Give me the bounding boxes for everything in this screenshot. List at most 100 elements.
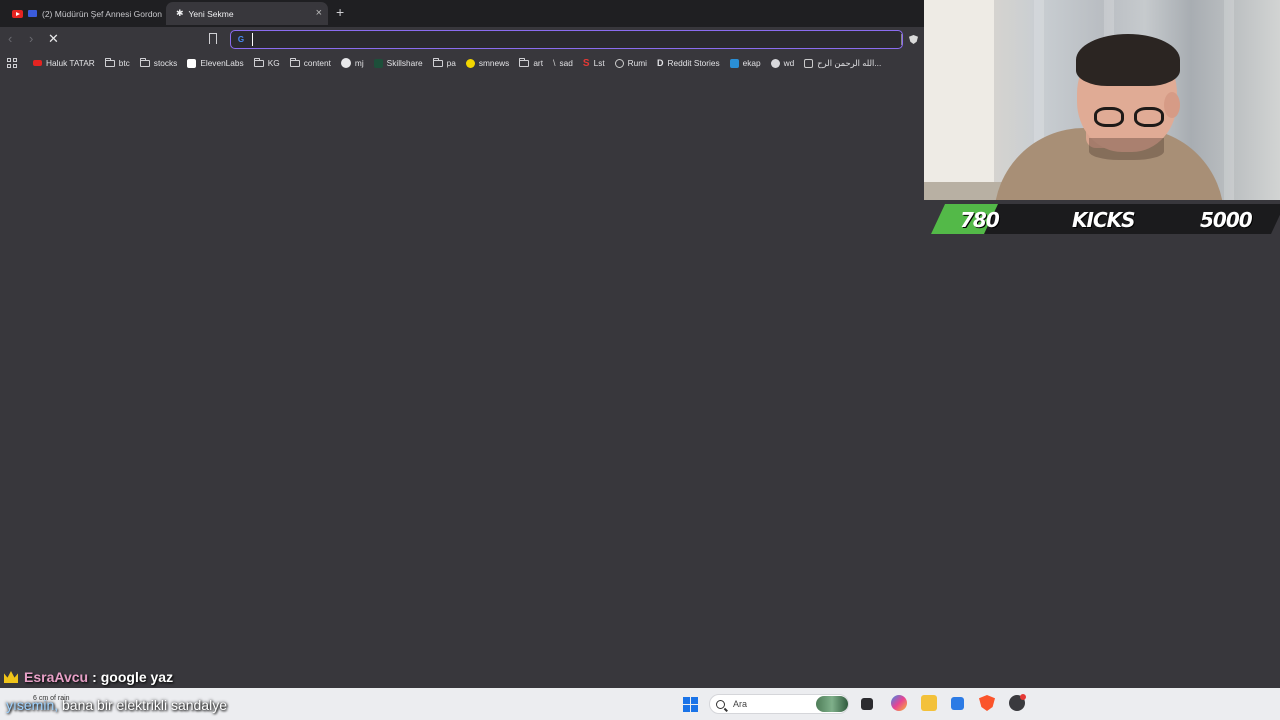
subtitle-caption: yısemin, bana bir elektrikli sandalye <box>6 697 227 713</box>
chat-text: google yaz <box>100 669 174 685</box>
elevenlabs-icon <box>187 58 197 68</box>
github-icon <box>340 58 351 68</box>
bookmark-kg[interactable]: KG <box>253 57 280 68</box>
bookmark-pa[interactable]: pa <box>432 57 456 68</box>
bookmark-wd[interactable]: wd <box>770 58 795 68</box>
bookmark-label: mj <box>354 58 364 68</box>
folder-icon <box>253 57 264 67</box>
bookmark-content[interactable]: content <box>289 57 331 68</box>
streamer-beard <box>1089 138 1164 160</box>
apps-grid-icon[interactable] <box>7 58 17 68</box>
webcam-wall <box>924 0 994 200</box>
bookmark-elevenlabs[interactable]: ElevenLabs <box>187 58 244 68</box>
bookmark-art[interactable]: art <box>519 57 543 68</box>
folder-icon <box>139 57 150 67</box>
task-view-icon[interactable] <box>861 698 873 710</box>
bookmark-label: sad <box>559 58 573 68</box>
bookmark-stocks[interactable]: stocks <box>139 57 178 68</box>
browser-toolbar: ‹ › ✕ G <box>0 27 924 52</box>
bookmark-label: KG <box>267 58 280 68</box>
tab-title: (2) Müdürün Şef Annesi Gordon <box>42 8 163 19</box>
bookmark-smnews[interactable]: smnews <box>465 58 510 68</box>
copilot-icon[interactable] <box>891 695 907 711</box>
bookmark-label: content <box>303 58 331 68</box>
s-icon: S <box>582 57 590 69</box>
search-highlight-image <box>816 696 848 712</box>
curtain-fold <box>1224 0 1234 200</box>
bookmark-quran[interactable]: الله الرحمن الرح... <box>804 58 881 68</box>
windows-start-icon[interactable] <box>683 697 698 712</box>
bookmark-label: ekap <box>742 58 761 68</box>
folder-icon <box>432 57 443 67</box>
bookmark-label: ElevenLabs <box>200 58 244 68</box>
taskbar-search-placeholder: Ara <box>733 699 748 709</box>
book-icon <box>804 58 814 68</box>
chat-username: EsraAvcu <box>24 669 89 685</box>
bookmarks-bar: Haluk TATAR btc stocks ElevenLabs KG con… <box>0 52 924 74</box>
address-input[interactable] <box>252 33 902 46</box>
goal-label: KICKS <box>1072 208 1136 232</box>
file-explorer-icon[interactable] <box>921 695 937 711</box>
folder-icon <box>519 57 530 67</box>
bookmark-ekap[interactable]: ekap <box>729 58 761 68</box>
tab-youtube[interactable]: (2) Müdürün Şef Annesi Gordon <box>2 2 162 25</box>
ekap-icon <box>729 58 739 68</box>
bookmark-label: الله الرحمن الرح... <box>817 58 882 68</box>
bookmark-reddit-stories[interactable]: D Reddit Stories <box>657 58 720 68</box>
wd-icon <box>770 58 780 68</box>
folder-icon <box>104 57 115 67</box>
chat-message: EsraAvcu : google yaz <box>4 667 173 687</box>
kicks-goal-bar: 780 KICKS 5000 <box>930 202 1280 236</box>
chat-separator: : <box>92 669 97 685</box>
bookmark-label: Lst <box>593 58 605 68</box>
bookmark-label: pa <box>446 58 456 68</box>
goal-current: 780 <box>960 208 1000 232</box>
new-tab-button[interactable]: + <box>336 4 344 20</box>
toolbar-divider <box>901 34 902 45</box>
crown-icon <box>4 671 18 683</box>
subtitle-text: bana bir elektrikli sandalye <box>58 697 227 713</box>
brave-shields-icon[interactable] <box>909 35 918 44</box>
tab-new-tab[interactable]: ✱ Yeni Sekme × <box>166 2 328 25</box>
google-icon: G <box>236 34 246 45</box>
bookmark-label: Skillshare <box>386 58 423 68</box>
bookmark-mj[interactable]: mj <box>340 58 364 68</box>
snipping-tool-icon[interactable] <box>951 697 964 710</box>
taskbar-search[interactable]: Ara <box>709 694 849 714</box>
stop-loading-button[interactable]: ✕ <box>48 31 59 47</box>
bookmark-label: art <box>533 58 543 68</box>
page-content <box>0 74 924 664</box>
d-icon: D <box>657 58 664 68</box>
skillshare-icon <box>373 58 383 68</box>
search-icon <box>716 699 725 709</box>
bookmark-label: Rumi <box>627 58 648 68</box>
back-button[interactable]: ‹ <box>8 31 12 46</box>
streamer-glasses <box>1094 107 1184 129</box>
globe-icon <box>614 58 624 68</box>
loading-icon: ✱ <box>176 8 184 18</box>
bookmark-label: smnews <box>478 58 510 68</box>
pen-icon: \ <box>553 58 556 68</box>
bookmark-page-icon[interactable] <box>209 33 217 48</box>
tab-title: Yeni Sekme <box>188 8 234 19</box>
bookmark-label: Reddit Stories <box>667 58 720 68</box>
bookmark-rumi[interactable]: Rumi <box>614 58 648 68</box>
bookmark-btc[interactable]: btc <box>104 57 130 68</box>
bookmark-skillshare[interactable]: Skillshare <box>373 58 423 68</box>
youtube-icon <box>33 60 42 66</box>
address-bar[interactable]: G <box>230 30 903 49</box>
bookmark-lst[interactable]: S Lst <box>583 58 605 69</box>
bookmark-haluk-tatar[interactable]: Haluk TATAR <box>33 58 95 68</box>
folder-icon <box>289 57 300 67</box>
tab-close-icon[interactable]: × <box>316 7 322 19</box>
smnews-icon <box>465 58 475 68</box>
bookmark-label: btc <box>118 58 130 68</box>
bookmark-label: wd <box>783 58 795 68</box>
tab-audio-icon <box>28 10 37 17</box>
webcam-floor <box>924 182 1004 200</box>
webcam-overlay <box>924 0 1280 200</box>
bookmark-sad[interactable]: \ sad <box>553 58 573 68</box>
forward-button[interactable]: › <box>29 31 33 46</box>
bookmark-label: stocks <box>153 58 178 68</box>
notification-badge-icon <box>1020 694 1026 700</box>
